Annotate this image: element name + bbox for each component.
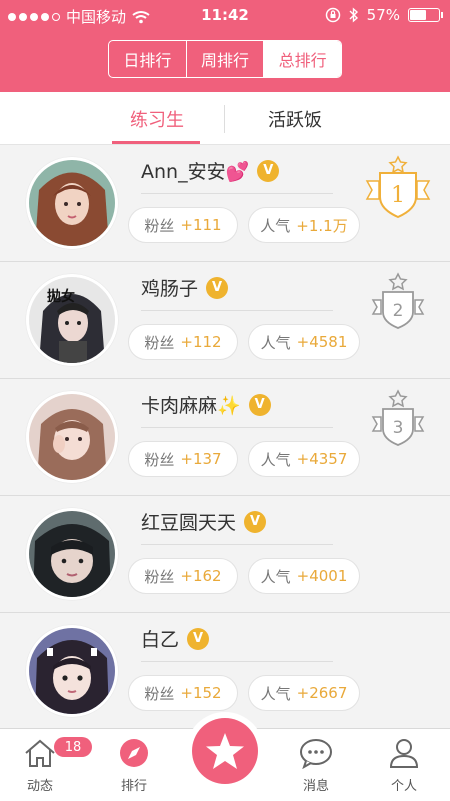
header-bar: 中国移动 11:42 57% 日排行 周排行 总排行: [0, 0, 450, 92]
list-item[interactable]: Ann_安安💕 V 粉丝 +111 人气 +1.1万 1: [0, 145, 450, 262]
fans-count: 粉丝 +152: [128, 675, 238, 711]
list-item[interactable]: 红豆圆天天 V 粉丝 +162 人气 +4001: [0, 496, 450, 613]
tab-profile[interactable]: 个人: [364, 737, 444, 794]
rank-badge-icon: 1: [365, 155, 431, 219]
list-item[interactable]: 卡肉麻麻✨ V 粉丝 +137 人气 +4357 3: [0, 379, 450, 496]
tab-active-fans[interactable]: 活跃饭: [250, 92, 340, 145]
rotation-lock-icon: [325, 7, 340, 23]
battery-percent: 57%: [366, 6, 400, 24]
rank-badge-icon: 2: [371, 272, 425, 329]
battery-icon: [408, 8, 443, 22]
tab-divider: [224, 105, 225, 133]
popularity-count: 人气 +4357: [248, 441, 360, 477]
user-name: 鸡肠子: [141, 278, 199, 300]
popularity-count: 人气 +4001: [248, 558, 360, 594]
verified-icon: V: [244, 510, 267, 533]
rank-badge-icon: 3: [371, 389, 425, 446]
divider: [141, 427, 333, 428]
tab-indicator: [112, 141, 200, 144]
divider: [141, 661, 333, 662]
list-item[interactable]: 拋女 鸡肠子 V 粉丝 +112 人气 +4581 2: [0, 262, 450, 379]
divider: [141, 544, 333, 545]
segment-total[interactable]: 总排行: [264, 41, 341, 77]
star-icon: [206, 733, 244, 769]
avatar[interactable]: [26, 157, 118, 249]
verified-icon: V: [257, 159, 280, 182]
fans-count: 粉丝 +137: [128, 441, 238, 477]
fans-count: 粉丝 +111: [128, 207, 238, 243]
divider: [141, 310, 333, 311]
avatar[interactable]: [26, 508, 118, 600]
ranking-period-switch: 日排行 周排行 总排行: [108, 40, 342, 78]
verified-icon: V: [187, 627, 210, 650]
tab-ranking[interactable]: 排行: [94, 737, 174, 794]
avatar[interactable]: [26, 625, 118, 717]
verified-icon: V: [206, 276, 229, 299]
rank-number: 1: [391, 183, 405, 208]
avatar[interactable]: 拋女: [26, 274, 118, 366]
avatar[interactable]: [26, 391, 118, 483]
divider: [141, 193, 333, 194]
compass-icon: [120, 739, 148, 767]
popularity-count: 人气 +2667: [248, 675, 360, 711]
ranking-list: Ann_安安💕 V 粉丝 +111 人气 +1.1万 1 拋女 鸡肠子 V 粉丝…: [0, 145, 450, 730]
status-bar: 中国移动 11:42 57%: [0, 0, 450, 30]
svg-text:拋女: 拋女: [47, 288, 75, 305]
user-name: 白乙: [141, 629, 180, 651]
home-icon: [25, 739, 55, 767]
rank-number: 3: [393, 418, 404, 438]
user-name: Ann_安安💕: [141, 161, 250, 183]
category-tabs: 练习生 活跃饭: [0, 92, 450, 145]
rank-number: 2: [393, 301, 404, 321]
tab-trainees[interactable]: 练习生: [112, 92, 202, 145]
popularity-count: 人气 +1.1万: [248, 207, 360, 243]
segment-daily[interactable]: 日排行: [109, 41, 187, 77]
bluetooth-icon: [349, 7, 358, 23]
tab-messages[interactable]: 消息: [276, 737, 356, 794]
fans-count: 粉丝 +112: [128, 324, 238, 360]
center-star-button[interactable]: [186, 712, 264, 790]
user-name: 卡肉麻麻✨: [141, 395, 241, 417]
user-name: 红豆圆天天: [141, 512, 237, 534]
chat-icon: [300, 739, 332, 770]
person-icon: [389, 739, 419, 768]
notification-badge: 18: [54, 737, 92, 757]
segment-weekly[interactable]: 周排行: [187, 41, 265, 77]
fans-count: 粉丝 +162: [128, 558, 238, 594]
popularity-count: 人气 +4581: [248, 324, 360, 360]
verified-icon: V: [248, 393, 271, 416]
